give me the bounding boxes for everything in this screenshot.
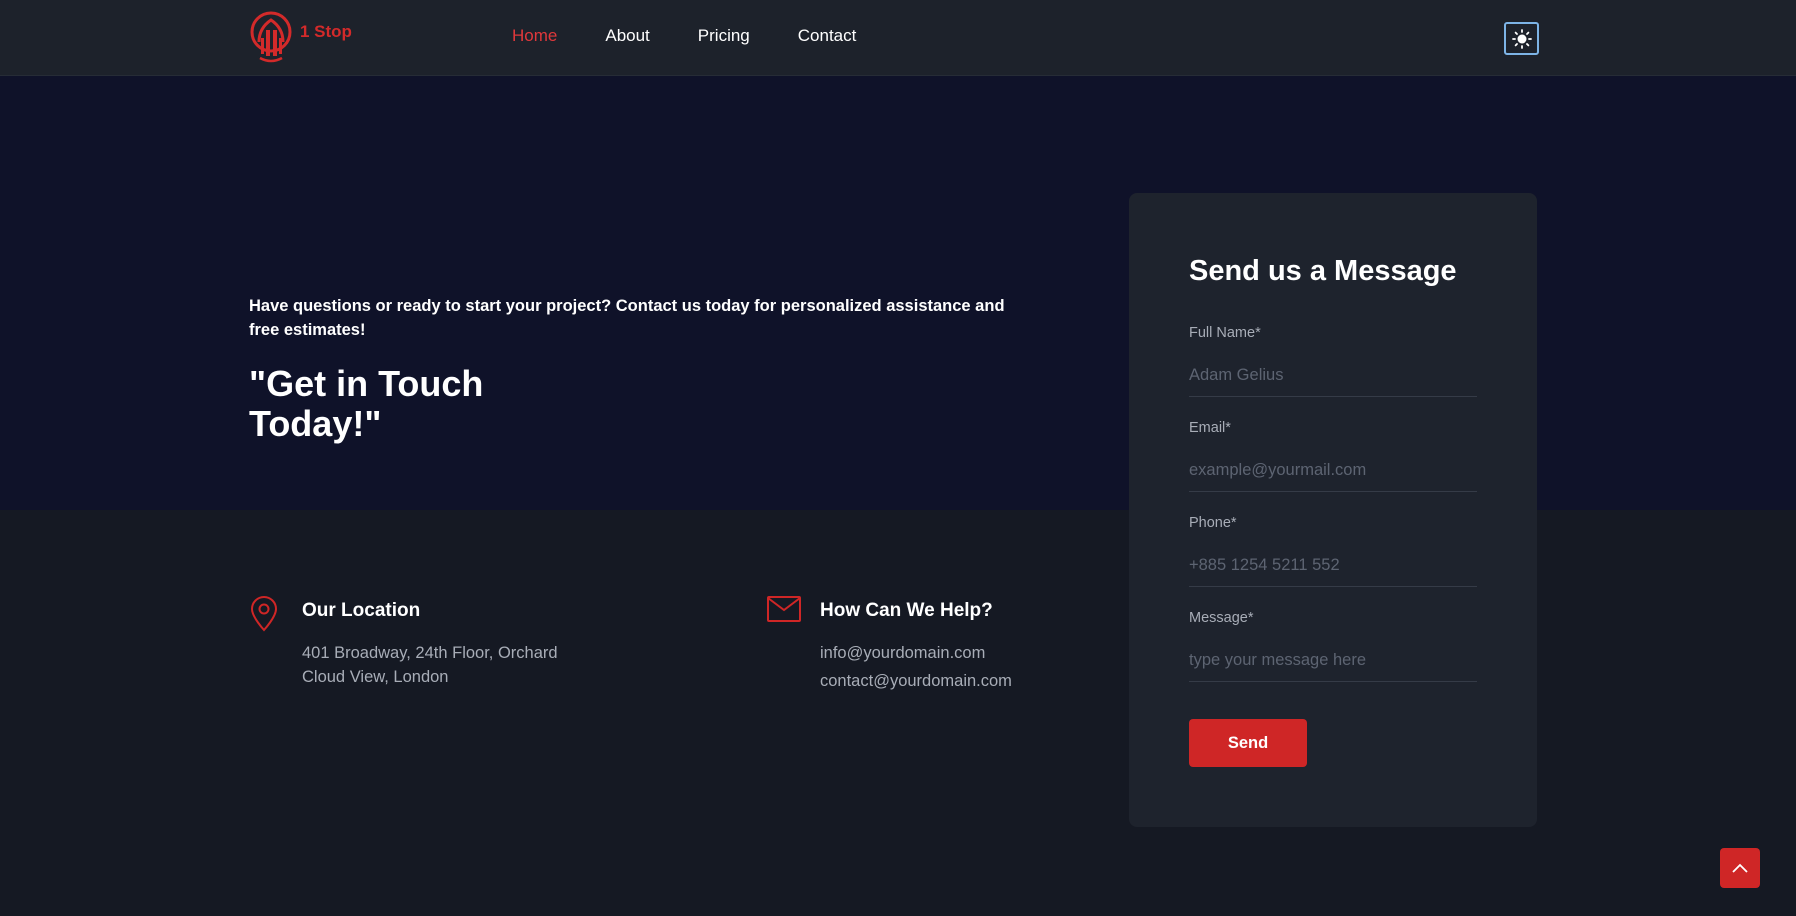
message-input[interactable] (1189, 640, 1477, 682)
nav-item-contact[interactable]: Contact (798, 26, 857, 46)
nav-item-about[interactable]: About (605, 26, 649, 46)
phone-input[interactable] (1189, 545, 1477, 587)
location-line-1: 401 Broadway, 24th Floor, Orchard (302, 644, 558, 662)
help-email-2[interactable]: contact@yourdomain.com (820, 672, 1012, 691)
full-name-input[interactable] (1189, 355, 1477, 397)
send-button[interactable]: Send (1189, 719, 1307, 767)
form-title: Send us a Message (1189, 255, 1457, 287)
sun-icon (1511, 28, 1532, 49)
nav-item-pricing[interactable]: Pricing (698, 26, 750, 46)
logo-text: 1 Stop (300, 22, 352, 41)
email-field-group: Email* (1189, 420, 1477, 492)
location-line-2: Cloud View, London (302, 668, 449, 686)
nav-item-home[interactable]: Home (512, 26, 557, 46)
logo-icon (250, 11, 292, 63)
full-name-label: Full Name* (1189, 325, 1261, 341)
logo[interactable]: 1 Stop (248, 8, 352, 64)
help-email-1[interactable]: info@yourdomain.com (820, 644, 985, 663)
main-nav: Home About Pricing Contact (512, 26, 856, 46)
hero-subtitle: Have questions or ready to start your pr… (249, 297, 1005, 339)
phone-field-group: Phone* (1189, 515, 1477, 587)
phone-label: Phone* (1189, 515, 1237, 531)
hero-title: "Get in Touch Today!" (249, 363, 484, 444)
chevron-up-icon (1732, 863, 1748, 873)
email-label: Email* (1189, 420, 1231, 436)
site-header: 1 Stop Home About Pricing Contact (0, 0, 1796, 76)
message-field-group: Message* (1189, 610, 1477, 682)
map-pin-icon (250, 596, 278, 632)
full-name-field-group: Full Name* (1189, 325, 1477, 397)
theme-toggle-button[interactable] (1504, 22, 1539, 55)
help-title: How Can We Help? (820, 600, 993, 621)
envelope-icon (767, 596, 801, 622)
message-label: Message* (1189, 610, 1254, 626)
email-input[interactable] (1189, 450, 1477, 492)
location-title: Our Location (302, 600, 421, 621)
contact-form-card: Send us a Message Full Name* Email* Phon… (1129, 193, 1537, 827)
scroll-to-top-button[interactable] (1720, 848, 1760, 888)
